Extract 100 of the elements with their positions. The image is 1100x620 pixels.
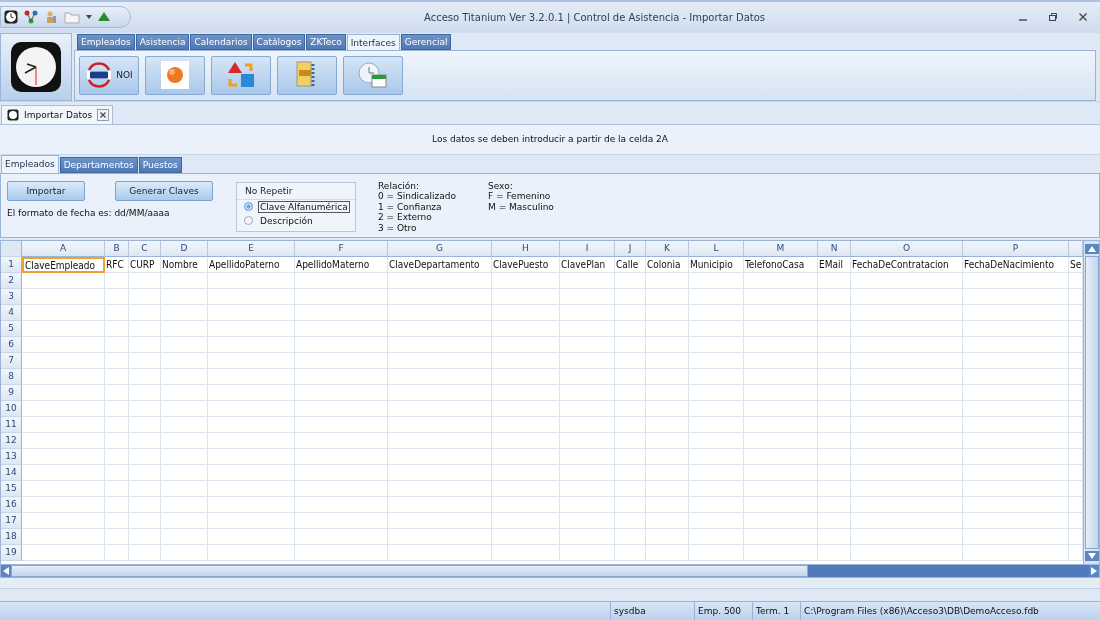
table-cell[interactable] — [295, 448, 388, 465]
table-cell[interactable] — [492, 512, 560, 529]
table-cell[interactable] — [646, 464, 689, 481]
table-cell[interactable] — [22, 368, 105, 385]
table-cell[interactable]: ClavePlan — [560, 256, 615, 273]
import-button[interactable]: Importar — [7, 180, 85, 201]
scroll-right-icon[interactable] — [1089, 565, 1099, 578]
table-cell[interactable] — [615, 400, 646, 417]
table-cell[interactable] — [22, 352, 105, 369]
table-cell[interactable] — [208, 384, 295, 401]
table-cell[interactable] — [129, 416, 161, 433]
scroll-left-icon[interactable] — [1, 565, 11, 578]
sheet-tab[interactable]: Puestos — [138, 156, 182, 173]
table-cell[interactable] — [689, 480, 744, 497]
table-cell[interactable] — [689, 304, 744, 321]
table-cell[interactable] — [963, 464, 1069, 481]
table-cell[interactable] — [388, 512, 492, 529]
table-cell[interactable] — [388, 320, 492, 337]
table-cell[interactable] — [161, 400, 208, 417]
table-cell[interactable] — [744, 480, 818, 497]
table-cell[interactable] — [492, 464, 560, 481]
table-cell[interactable] — [388, 416, 492, 433]
table-cell[interactable] — [295, 544, 388, 561]
table-cell[interactable] — [744, 336, 818, 353]
column-header[interactable]: L — [689, 240, 744, 257]
table-cell[interactable]: ClaveEmpleado — [22, 256, 105, 273]
table-cell[interactable] — [963, 496, 1069, 513]
table-cell[interactable]: TelefonoCasa — [744, 256, 818, 273]
table-cell[interactable] — [615, 416, 646, 433]
table-cell[interactable] — [129, 320, 161, 337]
table-cell[interactable] — [560, 320, 615, 337]
table-cell[interactable] — [129, 288, 161, 305]
table-cell[interactable] — [208, 400, 295, 417]
table-cell[interactable] — [22, 432, 105, 449]
table-cell[interactable] — [492, 544, 560, 561]
table-cell[interactable] — [129, 304, 161, 321]
network-icon[interactable] — [24, 10, 38, 25]
table-cell[interactable] — [161, 272, 208, 289]
table-cell[interactable] — [818, 432, 851, 449]
table-cell[interactable] — [818, 352, 851, 369]
table-cell[interactable] — [105, 400, 129, 417]
table-cell[interactable] — [208, 288, 295, 305]
table-cell[interactable] — [818, 496, 851, 513]
table-cell[interactable] — [689, 288, 744, 305]
table-cell[interactable] — [560, 288, 615, 305]
table-cell[interactable] — [689, 384, 744, 401]
table-cell[interactable] — [295, 272, 388, 289]
table-cell[interactable] — [646, 544, 689, 561]
table-cell[interactable] — [161, 528, 208, 545]
table-cell[interactable] — [851, 400, 963, 417]
table-cell[interactable] — [129, 432, 161, 449]
table-cell[interactable] — [646, 336, 689, 353]
table-cell[interactable] — [208, 528, 295, 545]
table-cell[interactable] — [492, 480, 560, 497]
document-tab[interactable]: Importar Datos — [1, 104, 114, 124]
table-cell[interactable] — [388, 384, 492, 401]
table-cell[interactable] — [615, 320, 646, 337]
column-header[interactable]: D — [161, 240, 208, 257]
table-cell[interactable] — [295, 528, 388, 545]
table-cell[interactable] — [851, 528, 963, 545]
table-cell[interactable] — [963, 304, 1069, 321]
table-cell[interactable] — [388, 544, 492, 561]
table-cell[interactable] — [744, 400, 818, 417]
table-cell[interactable] — [744, 496, 818, 513]
table-cell[interactable]: EMail — [818, 256, 851, 273]
table-cell[interactable] — [388, 464, 492, 481]
table-cell[interactable] — [22, 288, 105, 305]
close-icon[interactable] — [97, 108, 110, 121]
table-cell[interactable] — [208, 416, 295, 433]
table-cell[interactable] — [851, 272, 963, 289]
dropdown-icon[interactable] — [86, 15, 92, 20]
table-cell[interactable] — [744, 544, 818, 561]
ribbon-tab[interactable]: Asistencia — [135, 33, 190, 50]
column-header[interactable]: K — [646, 240, 689, 257]
table-cell[interactable] — [615, 336, 646, 353]
table-cell[interactable] — [963, 512, 1069, 529]
table-cell[interactable] — [689, 320, 744, 337]
table-cell[interactable] — [105, 416, 129, 433]
scroll-down-icon[interactable] — [1084, 551, 1099, 562]
table-cell[interactable] — [818, 416, 851, 433]
table-cell[interactable] — [689, 432, 744, 449]
ribbon-tab[interactable]: Gerencial — [400, 33, 452, 50]
ribbon-tab[interactable]: Calendarios — [190, 33, 252, 50]
horizontal-scrollbar[interactable] — [1, 564, 1099, 578]
table-cell[interactable] — [161, 544, 208, 561]
table-cell[interactable] — [388, 288, 492, 305]
table-cell[interactable] — [560, 304, 615, 321]
table-cell[interactable] — [818, 528, 851, 545]
table-cell[interactable] — [208, 432, 295, 449]
column-header[interactable]: B — [105, 240, 129, 257]
table-cell[interactable] — [963, 528, 1069, 545]
table-cell[interactable] — [615, 384, 646, 401]
table-cell[interactable] — [22, 416, 105, 433]
table-cell[interactable] — [492, 352, 560, 369]
column-header[interactable]: M — [744, 240, 818, 257]
table-cell[interactable] — [963, 544, 1069, 561]
table-cell[interactable] — [129, 512, 161, 529]
table-cell[interactable] — [689, 496, 744, 513]
table-cell[interactable] — [161, 432, 208, 449]
table-cell[interactable] — [161, 512, 208, 529]
